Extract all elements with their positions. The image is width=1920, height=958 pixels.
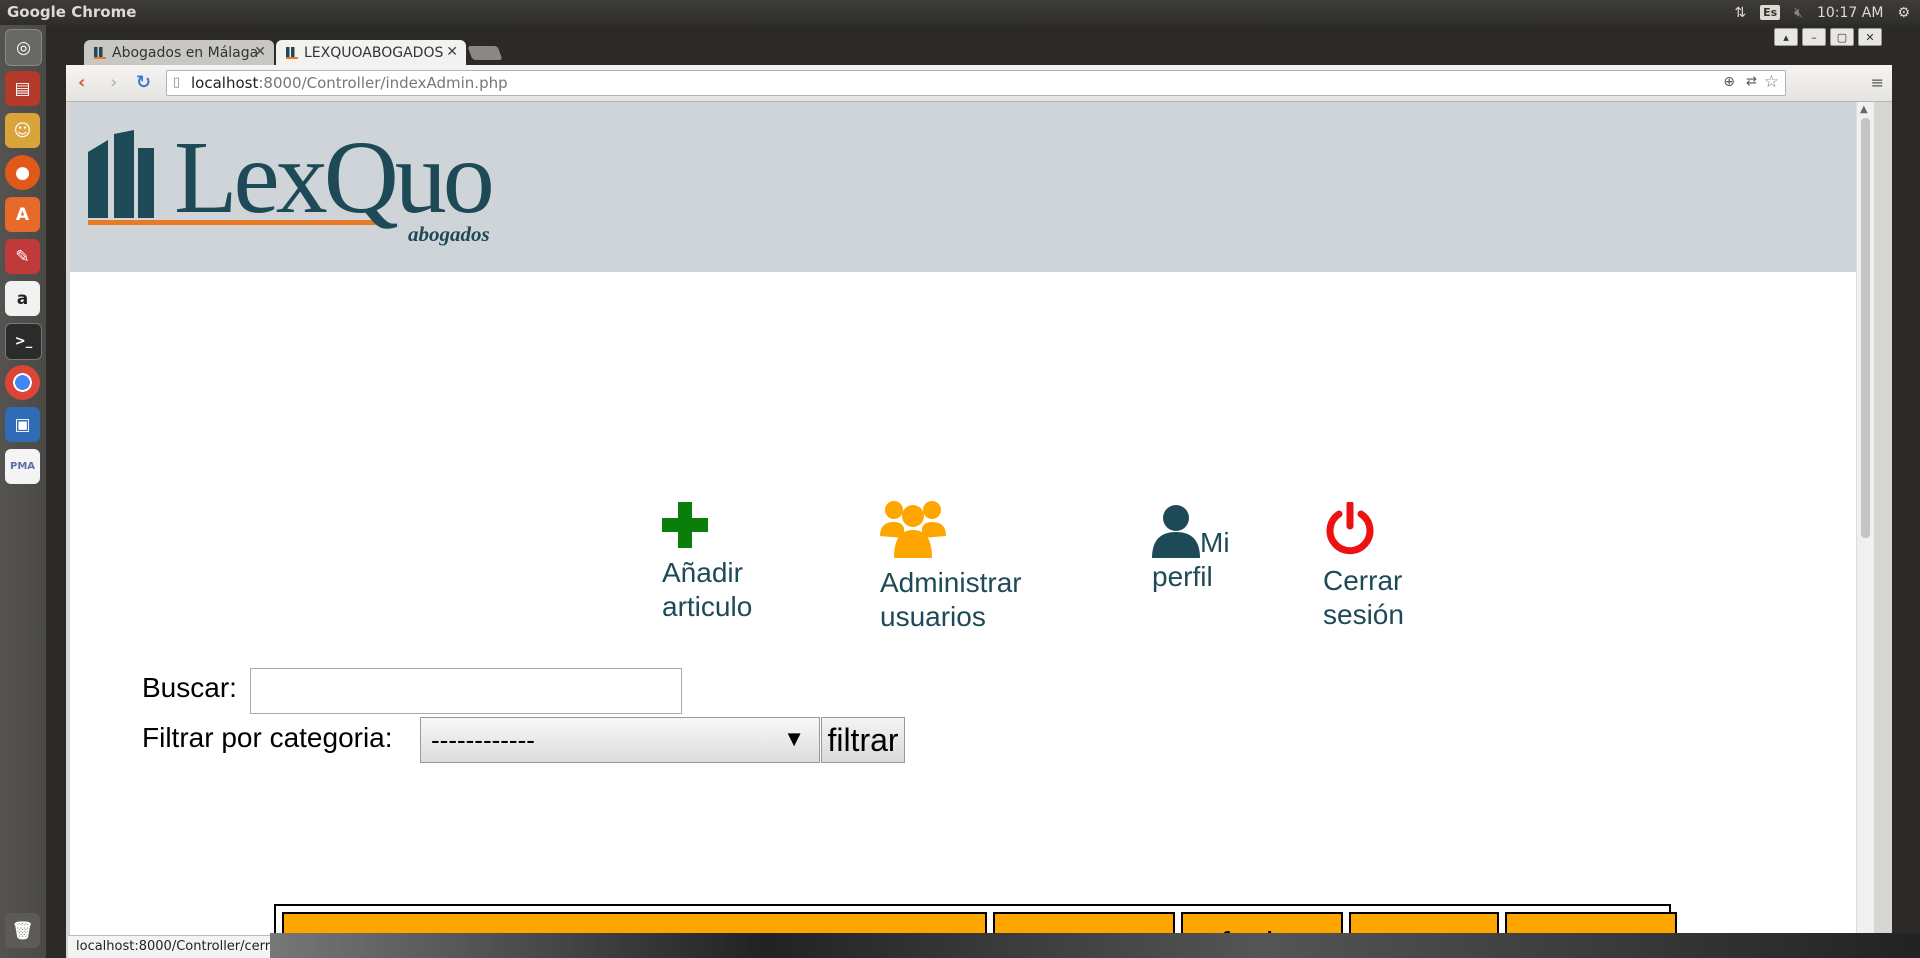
page-scrollbar[interactable]: ▲ ▼	[1856, 102, 1874, 958]
my-profile-link[interactable]: Mi perfil	[1152, 504, 1230, 592]
tab-title: LEXQUOABOGADOS	[304, 44, 444, 61]
lexquo-favicon	[286, 46, 298, 59]
browser-window: Abogados en Málaga ✕ LEXQUOABOGADOS ✕ ▴ …	[66, 25, 1892, 958]
chrome-menu-icon[interactable]: ≡	[1871, 73, 1884, 92]
close-window-icon[interactable]: ✕	[1858, 28, 1882, 46]
close-tab-icon[interactable]: ✕	[446, 44, 458, 60]
tab-title: Abogados en Málaga	[112, 44, 259, 61]
lexquo-logo[interactable]: LexQuo abogados	[88, 126, 508, 254]
plus-icon	[662, 502, 708, 548]
active-app-name: Google Chrome	[7, 3, 137, 21]
search-label: Buscar:	[142, 672, 237, 703]
system-top-bar: Google Chrome ⇅ Es 🔇︎ 10:17 AM ⚙	[0, 0, 1920, 25]
app-launcher: ◎ ▤ ☺ ● A ✎ a >_ ▣ PMA 🗑︎	[0, 25, 46, 958]
phpmyadmin-icon[interactable]: PMA	[5, 449, 40, 484]
maximize-icon[interactable]: ▢	[1830, 28, 1854, 46]
page-viewport: LexQuo abogados Añadir articulo Administ…	[70, 102, 1874, 958]
window-controls: ▴ – ▢ ✕	[1774, 28, 1882, 46]
zoom-icon[interactable]: ⊕	[1723, 74, 1735, 90]
filter-category-label: Filtrar por categoria:	[142, 722, 393, 753]
search-input[interactable]	[250, 668, 682, 714]
terminal-icon[interactable]: >_	[5, 323, 42, 360]
settings-tools-icon[interactable]: ✎	[5, 239, 40, 274]
keyboard-layout-indicator[interactable]: Es	[1760, 5, 1781, 20]
system-tray: ⇅ Es 🔇︎ 10:17 AM ⚙	[1734, 0, 1920, 25]
close-tab-icon[interactable]: ✕	[254, 44, 266, 60]
url-path: :8000/Controller/indexAdmin.php	[258, 74, 508, 92]
browser-toolbar: ‹ › ↻ ▯ localhost:8000/Controller/indexA…	[66, 65, 1892, 102]
forward-arrow-icon[interactable]: ›	[110, 72, 117, 93]
address-bar[interactable]: ▯ localhost:8000/Controller/indexAdmin.p…	[166, 70, 1786, 96]
scrollbar-thumb[interactable]	[1861, 118, 1870, 538]
tab-abogados-malaga[interactable]: Abogados en Málaga ✕	[84, 40, 274, 65]
user-app-icon[interactable]: ☺	[5, 113, 40, 148]
lexquo-favicon	[94, 46, 106, 59]
system-settings-gear-icon[interactable]: ⚙	[1897, 5, 1910, 21]
manage-users-label: Administrar usuarios	[880, 567, 1022, 632]
minimize-icon[interactable]: –	[1802, 28, 1826, 46]
chrome-icon[interactable]	[5, 365, 40, 400]
logo-wordmark: LexQuo	[174, 120, 495, 235]
amazon-icon[interactable]: a	[5, 281, 40, 316]
window-menu-icon[interactable]: ▴	[1774, 28, 1798, 46]
bookmark-star-icon[interactable]: ☆	[1764, 72, 1779, 92]
translate-icon[interactable]: ⇄	[1746, 74, 1757, 89]
filter-button[interactable]: filtrar	[821, 717, 905, 763]
manage-users-link[interactable]: Administrar usuarios	[880, 498, 1060, 634]
logout-link[interactable]: Cerrar sesión	[1323, 500, 1423, 632]
network-icon[interactable]: ⇅	[1734, 5, 1746, 21]
my-profile-label: Mi perfil	[1152, 527, 1230, 592]
back-arrow-icon[interactable]: ‹	[78, 72, 85, 93]
dash-home-icon[interactable]: ◎	[5, 29, 42, 66]
site-header: LexQuo abogados	[70, 102, 1874, 272]
firefox-icon[interactable]: ●	[5, 155, 40, 190]
scroll-up-arrow-icon[interactable]: ▲	[1860, 104, 1868, 115]
power-icon	[1326, 500, 1374, 555]
clock[interactable]: 10:17 AM	[1817, 5, 1883, 21]
software-center-icon[interactable]: A	[5, 197, 40, 232]
logo-tagline: abogados	[408, 222, 490, 246]
add-article-label: Añadir articulo	[662, 557, 753, 622]
users-icon	[880, 501, 946, 558]
logout-label: Cerrar sesión	[1323, 565, 1404, 630]
tab-lexquo-active[interactable]: LEXQUOABOGADOS ✕	[276, 40, 466, 65]
tab-strip: Abogados en Málaga ✕ LEXQUOABOGADOS ✕ ▴ …	[66, 25, 1892, 65]
new-tab-button[interactable]	[467, 46, 503, 60]
page-icon: ▯	[173, 75, 181, 90]
add-article-link[interactable]: Añadir articulo	[662, 502, 822, 624]
volume-muted-icon[interactable]: 🔇︎	[1794, 5, 1803, 21]
category-selected-value: ------------	[431, 724, 535, 755]
desktop-wallpaper-strip	[270, 933, 1920, 958]
url-host: localhost	[191, 74, 259, 92]
category-select[interactable]: ------------ ▼	[420, 717, 820, 763]
virtualbox-icon[interactable]: ▣	[5, 407, 40, 442]
reload-icon[interactable]: ↻	[136, 72, 151, 93]
trash-icon[interactable]: 🗑︎	[5, 913, 40, 948]
dropdown-arrow-icon: ▼	[783, 726, 805, 751]
files-icon[interactable]: ▤	[5, 71, 40, 106]
